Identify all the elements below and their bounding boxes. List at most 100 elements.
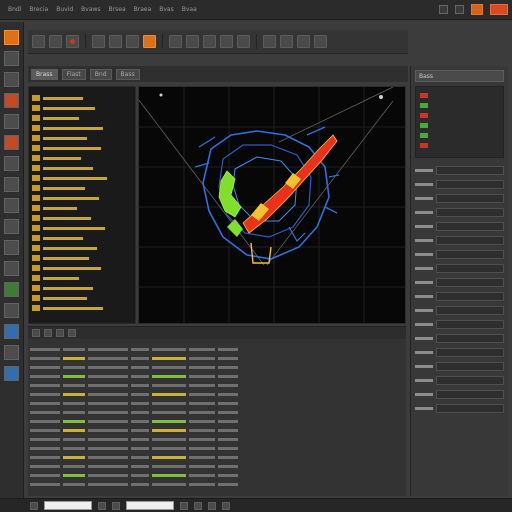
outliner-row[interactable] [32, 303, 132, 313]
toolbar-button-11[interactable] [263, 35, 276, 48]
tool-17-icon[interactable] [4, 366, 19, 381]
toolbar-button-2[interactable] [49, 35, 62, 48]
outliner-row[interactable] [32, 113, 132, 123]
outliner-row[interactable] [32, 193, 132, 203]
outliner-row[interactable] [32, 183, 132, 193]
property-field[interactable] [436, 319, 504, 329]
timeline-track[interactable] [30, 408, 238, 416]
property-field[interactable] [436, 375, 504, 385]
rotate-icon[interactable] [4, 93, 19, 108]
outliner-row[interactable] [32, 263, 132, 273]
minimize-button[interactable] [439, 5, 448, 14]
menu-item-2[interactable]: Brecia [27, 5, 50, 14]
timeline-track[interactable] [30, 435, 238, 443]
status-button-3[interactable] [112, 501, 120, 510]
outliner-row[interactable] [32, 143, 132, 153]
property-field[interactable] [436, 291, 504, 301]
toolbar-button-14[interactable] [314, 35, 327, 48]
status-button-2[interactable] [98, 501, 106, 510]
outliner-row[interactable] [32, 233, 132, 243]
viewport-gizmo-icon[interactable] [379, 95, 383, 99]
toolbar-button-5[interactable] [126, 35, 139, 48]
status-button-1[interactable] [30, 501, 38, 510]
tab-3[interactable]: Bnd [89, 68, 112, 80]
menu-item-5[interactable]: Brsea [107, 5, 128, 14]
property-field[interactable] [436, 389, 504, 399]
tab-4[interactable]: Bass [115, 68, 140, 80]
maximize-button[interactable] [455, 5, 464, 14]
timeline-track[interactable] [30, 417, 238, 425]
property-field[interactable] [436, 305, 504, 315]
tool-13-icon[interactable] [4, 282, 19, 297]
coordinate-field[interactable] [126, 501, 174, 510]
status-button-6[interactable] [208, 501, 216, 510]
timeline-button-2[interactable] [44, 329, 52, 337]
menu-item-8[interactable]: Bvaa [180, 5, 199, 14]
timeline-button-1[interactable] [32, 329, 40, 337]
menu-item-7[interactable]: Bvas [157, 5, 175, 14]
timeline-track[interactable] [30, 363, 238, 371]
property-field[interactable] [436, 347, 504, 357]
app-logo-icon[interactable] [4, 30, 19, 45]
timeline-track[interactable] [30, 354, 238, 362]
outliner-row[interactable] [32, 153, 132, 163]
toolbar-button-6[interactable] [169, 35, 182, 48]
scale-icon[interactable] [4, 114, 19, 129]
tool-12-icon[interactable] [4, 261, 19, 276]
outliner-row[interactable] [32, 103, 132, 113]
tab-2[interactable]: Flast [61, 68, 86, 80]
property-field[interactable] [436, 165, 504, 175]
tool-11-icon[interactable] [4, 240, 19, 255]
toolbar-button-12[interactable] [280, 35, 293, 48]
timeline-track[interactable] [30, 462, 238, 470]
timeline-track[interactable] [30, 372, 238, 380]
move-icon[interactable] [4, 72, 19, 87]
timeline-track[interactable] [30, 381, 238, 389]
outliner-row[interactable] [32, 203, 132, 213]
toolbar-button-4[interactable] [109, 35, 122, 48]
timeline-track[interactable] [30, 390, 238, 398]
timeline-button-4[interactable] [68, 329, 76, 337]
outliner-row[interactable] [32, 283, 132, 293]
tool-9-icon[interactable] [4, 198, 19, 213]
toolbar-button-13[interactable] [297, 35, 310, 48]
status-button-5[interactable] [194, 501, 202, 510]
close-button[interactable] [490, 4, 508, 15]
viewport-3d[interactable] [138, 86, 406, 324]
tab-1[interactable]: Brass [31, 68, 58, 80]
outliner-row[interactable] [32, 223, 132, 233]
timeline-track[interactable] [30, 399, 238, 407]
layer-list[interactable] [415, 86, 504, 158]
timeline-track[interactable] [30, 345, 238, 353]
property-field[interactable] [436, 179, 504, 189]
outliner-row[interactable] [32, 213, 132, 223]
command-input[interactable] [44, 501, 92, 510]
help-button[interactable] [471, 4, 483, 15]
outliner-row[interactable] [32, 243, 132, 253]
tool-16-icon[interactable] [4, 345, 19, 360]
wireframe-model[interactable] [194, 126, 340, 264]
toolbar-accent-button[interactable] [143, 35, 156, 48]
outliner-row[interactable] [32, 163, 132, 173]
toolbar-button-7[interactable] [186, 35, 199, 48]
camera-icon[interactable] [4, 156, 19, 171]
status-button-4[interactable] [180, 501, 188, 510]
toolbar-button-8[interactable] [203, 35, 216, 48]
tool-10-icon[interactable] [4, 219, 19, 234]
timeline-track[interactable] [30, 453, 238, 461]
tool-15-icon[interactable] [4, 324, 19, 339]
outliner-row[interactable] [32, 293, 132, 303]
toolbar-button-10[interactable] [237, 35, 250, 48]
menu-item-1[interactable]: Bndl [6, 5, 23, 14]
menu-item-4[interactable]: Bvaws [79, 5, 102, 14]
outliner-row[interactable] [32, 123, 132, 133]
record-button[interactable] [66, 35, 79, 48]
property-field[interactable] [436, 193, 504, 203]
property-field[interactable] [436, 207, 504, 217]
property-field[interactable] [436, 249, 504, 259]
status-button-7[interactable] [222, 501, 230, 510]
property-field[interactable] [436, 235, 504, 245]
property-field[interactable] [436, 403, 504, 413]
outliner-row[interactable] [32, 253, 132, 263]
light-icon[interactable] [4, 177, 19, 192]
